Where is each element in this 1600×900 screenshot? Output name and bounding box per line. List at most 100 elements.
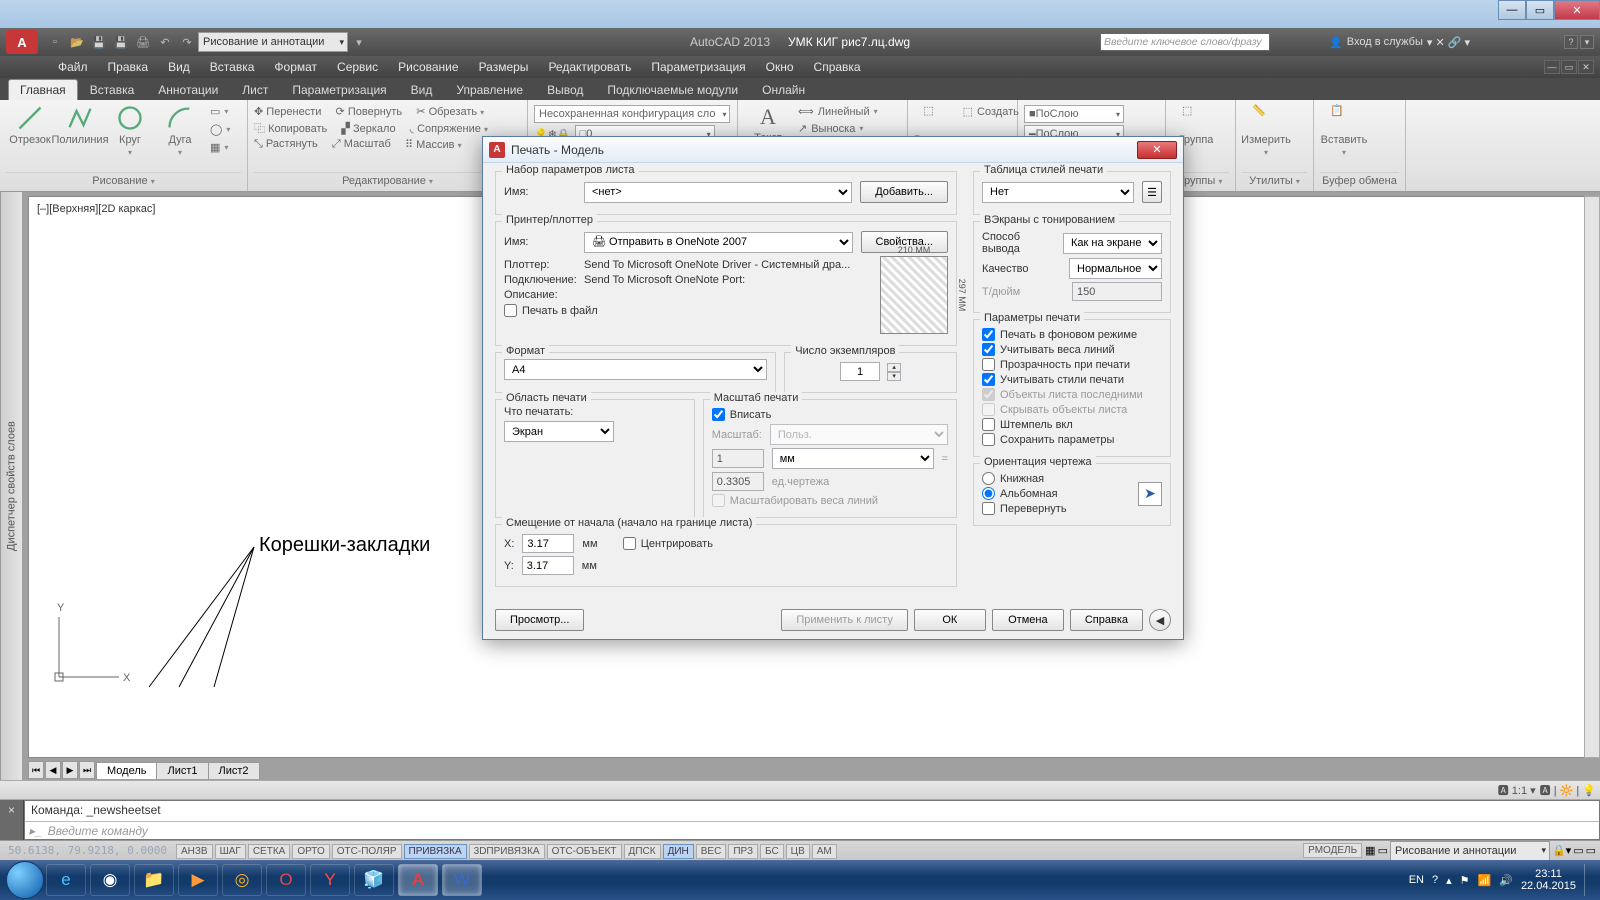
start-button[interactable]	[6, 861, 44, 899]
toggle-3dпривязка[interactable]: 3DПРИВЯЗКА	[469, 844, 545, 859]
orient-upside[interactable]: Перевернуть	[982, 502, 1138, 515]
ok-button[interactable]: ОК	[914, 609, 986, 631]
dialog-collapse-button[interactable]: ◀	[1149, 609, 1171, 631]
toggle-привязка[interactable]: ПРИВЯЗКА	[404, 844, 467, 859]
task-word-icon[interactable]: W	[442, 864, 482, 896]
toggle-вес[interactable]: ВЕС	[696, 844, 727, 859]
toggle-бс[interactable]: БС	[760, 844, 784, 859]
status-lock-icon[interactable]: 🔒▾	[1552, 844, 1571, 857]
task-autocad-icon[interactable]: A	[398, 864, 438, 896]
pageset-add-button[interactable]: Добавить...	[860, 181, 948, 203]
layout-nav-next[interactable]: ▶	[62, 761, 78, 779]
orient-landscape[interactable]: Альбомная	[982, 487, 1138, 500]
toggle-дпск[interactable]: ДПСК	[624, 844, 661, 859]
menu-help[interactable]: Справка	[804, 60, 871, 74]
show-desktop-button[interactable]	[1584, 864, 1594, 896]
stretch-button[interactable]: ⤡ Растянуть	[254, 138, 318, 151]
toggle-отс-объект[interactable]: ОТС-ОБЪЕКТ	[547, 844, 622, 859]
vertical-scrollbar[interactable]	[1584, 196, 1600, 758]
circle-button[interactable]: Круг▾	[106, 104, 154, 157]
shade-quality-combo[interactable]: Нормальное	[1069, 258, 1162, 279]
tab-annotate[interactable]: Аннотации	[146, 79, 230, 100]
status-tools2-icon[interactable]: ▭	[1586, 844, 1596, 857]
opt-stamp[interactable]: Штемпель вкл	[982, 418, 1162, 431]
plot-icon[interactable]: 🖨	[134, 33, 152, 51]
toggle-ам[interactable]: АМ	[812, 844, 837, 859]
os-close-button[interactable]: ✕	[1554, 0, 1600, 20]
workspace-combo[interactable]: Рисование и аннотации	[198, 32, 348, 52]
tab-plugins[interactable]: Подключаемые модули	[595, 79, 750, 100]
model-button[interactable]: РМОДЕЛЬ	[1303, 843, 1362, 858]
task-wmp-icon[interactable]: ▶	[178, 864, 218, 896]
panel-title-modify[interactable]: Редактирование ▾	[254, 172, 521, 189]
menu-edit[interactable]: Правка	[98, 60, 159, 74]
new-icon[interactable]: ▫	[46, 33, 64, 51]
menu-parametric[interactable]: Параметризация	[641, 60, 755, 74]
doc-minimize-button[interactable]: —	[1544, 60, 1560, 74]
help-search-input[interactable]: Введите ключевое слово/фразу	[1100, 33, 1270, 51]
os-minimize-button[interactable]: —	[1498, 0, 1526, 20]
toggle-цв[interactable]: ЦВ	[786, 844, 810, 859]
tab-layout[interactable]: Лист	[230, 79, 280, 100]
paper-size-combo[interactable]: A4	[504, 359, 767, 380]
plot-to-file-check[interactable]: Печать в файл	[504, 304, 862, 317]
tab-manage[interactable]: Управление	[444, 79, 535, 100]
status-tools-icon[interactable]: ▭	[1573, 844, 1583, 857]
doc-close-button[interactable]: ✕	[1578, 60, 1594, 74]
annoscale-icon[interactable]: 🅰 1:1 ▾	[1498, 782, 1536, 798]
opt-styles[interactable]: Учитывать стили печати	[982, 373, 1162, 386]
copies-down[interactable]: ▾	[887, 372, 901, 381]
menu-draw[interactable]: Рисование	[388, 60, 468, 74]
layout-tab-1[interactable]: Лист1	[156, 762, 208, 779]
scale-unit-combo[interactable]: мм	[772, 448, 934, 469]
toggle-орто[interactable]: ОРТО	[292, 844, 329, 859]
orient-portrait[interactable]: Книжная	[982, 472, 1138, 485]
layout-tab-2[interactable]: Лист2	[208, 762, 260, 779]
toggle-прз[interactable]: ПРЗ	[728, 844, 758, 859]
dialog-close-button[interactable]: ✕	[1137, 141, 1177, 159]
layout-tab-model[interactable]: Модель	[96, 762, 157, 779]
status-workspace-combo[interactable]: Рисование и аннотации	[1390, 841, 1550, 861]
status-layout-icon[interactable]: ▭	[1378, 844, 1388, 857]
coords-display[interactable]: 50.6138, 79.9218, 0.0000	[0, 844, 175, 857]
tray-up-icon[interactable]: ▴	[1446, 874, 1452, 887]
tray-lang[interactable]: EN	[1409, 874, 1424, 886]
cancel-button[interactable]: Отмена	[992, 609, 1064, 631]
opt-lineweights[interactable]: Учитывать веса линий	[982, 343, 1162, 356]
dialog-titlebar[interactable]: A Печать - Модель ✕	[483, 137, 1183, 163]
layer-palette-bar[interactable]: Диспетчер свойств слоев	[0, 192, 22, 780]
rectangle-button[interactable]: ▭ ▾	[210, 104, 230, 119]
ellipse-button[interactable]: ◯ ▾	[210, 122, 230, 137]
measure-button[interactable]: 📏Измерить▾	[1242, 104, 1290, 157]
menu-tools[interactable]: Сервис	[327, 60, 388, 74]
menu-modify[interactable]: Редактировать	[538, 60, 641, 74]
task-chrome-icon[interactable]: ◉	[90, 864, 130, 896]
layout-nav-first[interactable]: ⏮	[28, 761, 44, 779]
tab-output[interactable]: Вывод	[535, 79, 595, 100]
trim-button[interactable]: ✂ Обрезать ▾	[416, 105, 484, 118]
polyline-button[interactable]: Полилиния	[56, 104, 104, 146]
undo-icon[interactable]: ↶	[156, 33, 174, 51]
pageset-name-combo[interactable]: <нет>	[584, 182, 852, 203]
cmd-input[interactable]: ▸_Введите команду	[25, 821, 1599, 839]
qat-dropdown-icon[interactable]: ▾	[350, 33, 368, 51]
create-block-button[interactable]: ⬚ Создать	[963, 104, 1019, 119]
paste-button[interactable]: 📋Вставить▾	[1320, 104, 1368, 157]
panel-title-draw[interactable]: Рисование ▾	[6, 172, 241, 189]
printer-name-combo[interactable]: 🖨 Отправить в OneNote 2007	[584, 232, 853, 253]
task-app1-icon[interactable]: 🧊	[354, 864, 394, 896]
help-icon[interactable]: ?	[1564, 35, 1578, 49]
signin-button[interactable]: 👤 Вход в службы ▾ ✕ 🔗 ▾	[1329, 36, 1470, 49]
offset-x-input[interactable]	[522, 534, 574, 553]
plot-area-combo[interactable]: Экран	[504, 421, 614, 442]
fit-check[interactable]: Вписать	[712, 408, 948, 421]
cmdline-close-button[interactable]: ×	[0, 800, 24, 840]
rotate-button[interactable]: ⟳ Повернуть	[336, 105, 403, 118]
tab-insert[interactable]: Вставка	[78, 79, 147, 100]
task-yandex-icon[interactable]: Y	[310, 864, 350, 896]
app-logo-icon[interactable]: A	[6, 30, 38, 54]
fillet-button[interactable]: ◟ Сопряжение ▾	[410, 122, 488, 135]
menu-insert[interactable]: Вставка	[200, 60, 265, 74]
opt-save[interactable]: Сохранить параметры	[982, 433, 1162, 446]
tray-clock[interactable]: 23:1122.04.2015	[1521, 868, 1576, 892]
